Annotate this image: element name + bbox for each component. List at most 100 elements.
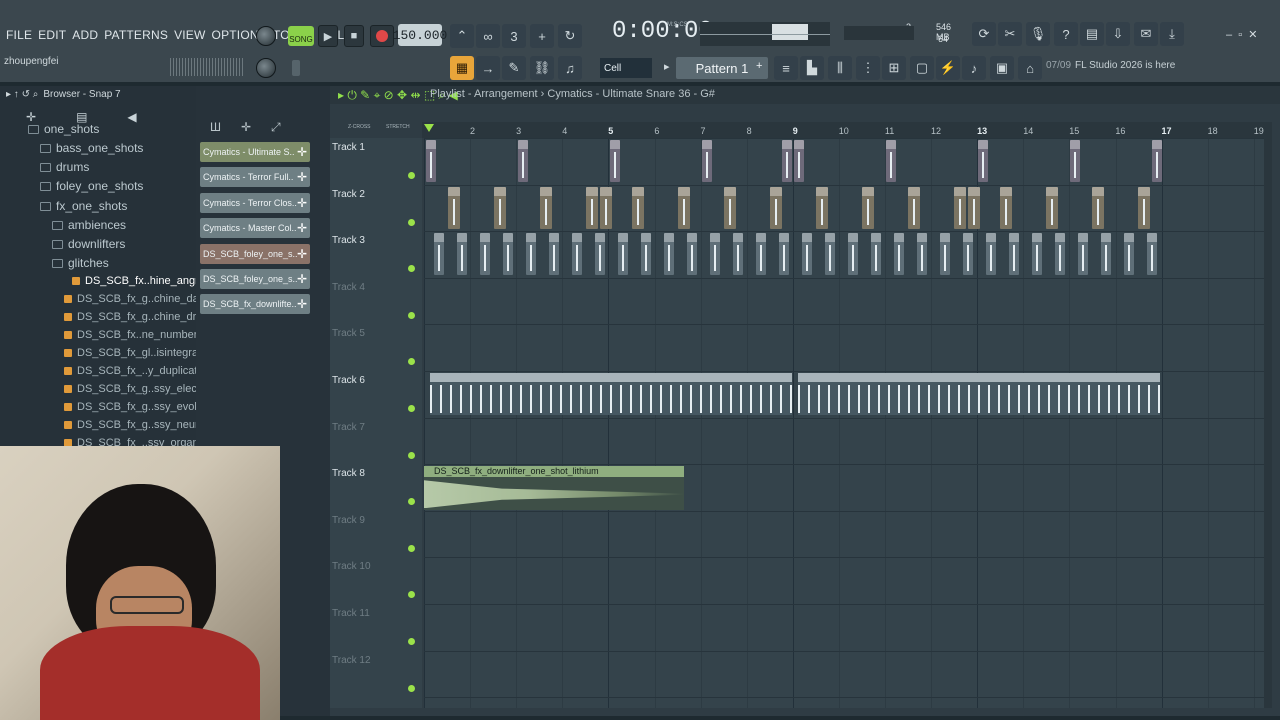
pattern-clip[interactable] [1055, 233, 1065, 276]
playlist-grid[interactable]: DS_SCB_fx_downlifter_one_shot_lithium [424, 138, 1270, 708]
pattern-clip[interactable] [802, 233, 812, 276]
pattern-prev-icon[interactable]: ▸ [664, 60, 670, 73]
browser-file-item[interactable]: DS_SCB_fx_..y_duplicate [64, 365, 204, 377]
browser-file-item[interactable]: DS_SCB_fx..ne_numbers [64, 329, 203, 341]
menu-add[interactable]: ADD [72, 28, 98, 42]
pattern-clip[interactable] [770, 186, 782, 229]
stop-button[interactable]: ■ [344, 25, 364, 47]
pattern-clip[interactable] [724, 186, 736, 229]
draw-tool-icon[interactable]: ✎ [502, 56, 526, 80]
browser-file-item[interactable]: DS_SCB_fx_g..chine_drill [64, 311, 204, 323]
pattern-clip[interactable] [600, 186, 612, 229]
master-volume-knob[interactable] [256, 26, 276, 46]
track-name[interactable]: Track 8 [332, 468, 365, 479]
channel-button[interactable]: Cymatics - Ultimate S.. [200, 142, 310, 162]
pattern-clip[interactable] [954, 186, 966, 229]
pattern-clip[interactable] [986, 233, 996, 276]
browser-icon[interactable]: ⊞ [882, 56, 906, 80]
pattern-clip[interactable] [1000, 186, 1012, 229]
pattern-clip[interactable] [886, 140, 896, 182]
track-name[interactable]: Track 5 [332, 328, 365, 339]
track-mute-led[interactable] [408, 172, 415, 179]
pattern-clip[interactable] [1070, 140, 1080, 182]
touch-controller-icon[interactable]: ▣ [990, 56, 1014, 80]
track-mute-led[interactable] [408, 638, 415, 645]
piano-roll-icon[interactable]: ▙ [800, 56, 824, 80]
track-name[interactable]: Track 3 [332, 235, 365, 246]
song-mode-toggle[interactable]: SONG [288, 26, 314, 46]
channel-add-icon[interactable]: ✛ [295, 142, 309, 162]
track-mute-led[interactable] [408, 498, 415, 506]
plugin-icon[interactable]: ⚡ [936, 56, 960, 80]
channel-add-icon[interactable]: ✛ [295, 294, 309, 314]
menu-patterns[interactable]: PATTERNS [104, 28, 168, 42]
pattern-clip[interactable] [540, 186, 552, 229]
pattern-clip[interactable] [457, 233, 467, 276]
browser-file-item[interactable]: DS_SCB_fx_g..ssy_electrify [64, 383, 215, 395]
cut-icon[interactable]: ✂ [998, 22, 1022, 46]
refresh-icon[interactable]: ⟳ [972, 22, 996, 46]
pattern-clip[interactable] [448, 186, 460, 229]
track-mute-led[interactable] [408, 358, 415, 366]
track-mute-led[interactable] [408, 451, 415, 459]
record-button[interactable] [370, 25, 394, 47]
metronome-icon[interactable]: ⌃ [450, 24, 474, 48]
audio-clip[interactable]: DS_SCB_fx_downlifter_one_shot_lithium [424, 466, 684, 511]
pattern-clip[interactable] [494, 186, 506, 229]
pattern-clip[interactable] [549, 233, 559, 276]
track-mute-led[interactable] [408, 218, 415, 226]
shop-icon[interactable]: ⌂ [1018, 56, 1042, 80]
pattern-selector[interactable]: Pattern 1 [676, 57, 768, 79]
microphone-icon[interactable]: 🎙 [1026, 22, 1050, 46]
download-icon[interactable]: ⤓ [1160, 22, 1184, 46]
step-edit-icon[interactable]: + [530, 24, 554, 48]
pattern-clip[interactable] [480, 233, 490, 276]
pattern-clip[interactable] [610, 140, 620, 182]
pattern-clip[interactable] [1152, 140, 1162, 182]
channel-add-icon[interactable]: ✛ [295, 218, 309, 238]
play-button[interactable]: ▶ [318, 25, 338, 47]
time-display[interactable]: 0:00:00 [612, 18, 713, 45]
typing-keyboard-icon[interactable]: ♫ [558, 56, 582, 80]
channel-rack-icons[interactable]: Ш ✛ ⤢ [210, 120, 281, 135]
pattern-clip[interactable] [871, 233, 881, 276]
mixer-icon[interactable]: ⫼ [828, 56, 852, 80]
pattern-clip[interactable] [978, 140, 988, 182]
pattern-clip[interactable] [503, 233, 513, 276]
tempo-display[interactable]: 150.000 [393, 24, 447, 46]
pattern-clip[interactable] [1032, 233, 1042, 276]
vertical-scrollbar[interactable] [1264, 138, 1272, 708]
link-icon[interactable]: ⛓ [530, 56, 554, 80]
pattern-clip[interactable] [1078, 233, 1088, 276]
pattern-clip[interactable] [779, 233, 789, 276]
help-icon[interactable]: ? [1054, 22, 1078, 46]
news-ticker[interactable]: 07/09 FL Studio 2026 is here [1046, 60, 1175, 71]
project-icon[interactable]: ▢ [910, 56, 934, 80]
track-mute-led[interactable] [408, 684, 415, 692]
pattern-clip[interactable] [894, 233, 904, 276]
chat-icon[interactable]: ✉ [1134, 22, 1158, 46]
folder-one-shots[interactable]: one_shots [28, 122, 99, 136]
track-mute-led[interactable] [408, 265, 415, 273]
pattern-clip[interactable] [518, 140, 528, 182]
pattern-clip[interactable] [595, 233, 605, 276]
tempo-tap-icon[interactable]: ♪ [962, 56, 986, 80]
pattern-add-icon[interactable]: + [756, 60, 762, 72]
folder-downlifters[interactable]: downlifters [52, 237, 125, 251]
pattern-clip[interactable] [1138, 186, 1150, 229]
track-name[interactable]: Track 2 [332, 189, 365, 200]
track-name[interactable]: Track 12 [332, 655, 371, 666]
pattern-clip[interactable] [687, 233, 697, 276]
master-pitch-knob[interactable] [256, 58, 276, 78]
pattern-clip[interactable] [968, 186, 980, 229]
pattern-clip[interactable] [430, 373, 792, 415]
channel-rack-icon[interactable]: ≡ [774, 56, 798, 80]
channel-add-icon[interactable]: ✛ [295, 269, 309, 289]
pattern-clip[interactable] [1124, 233, 1134, 276]
pattern-clip[interactable] [526, 233, 536, 276]
browser-file-item[interactable]: DS_SCB_fx..hine_angry [72, 275, 204, 287]
track-mute-led[interactable] [408, 405, 415, 412]
browser-file-item[interactable]: DS_SCB_fx_gl..isintegrate [64, 347, 207, 359]
pattern-clip[interactable] [816, 186, 828, 229]
track-mute-led[interactable] [408, 311, 415, 319]
